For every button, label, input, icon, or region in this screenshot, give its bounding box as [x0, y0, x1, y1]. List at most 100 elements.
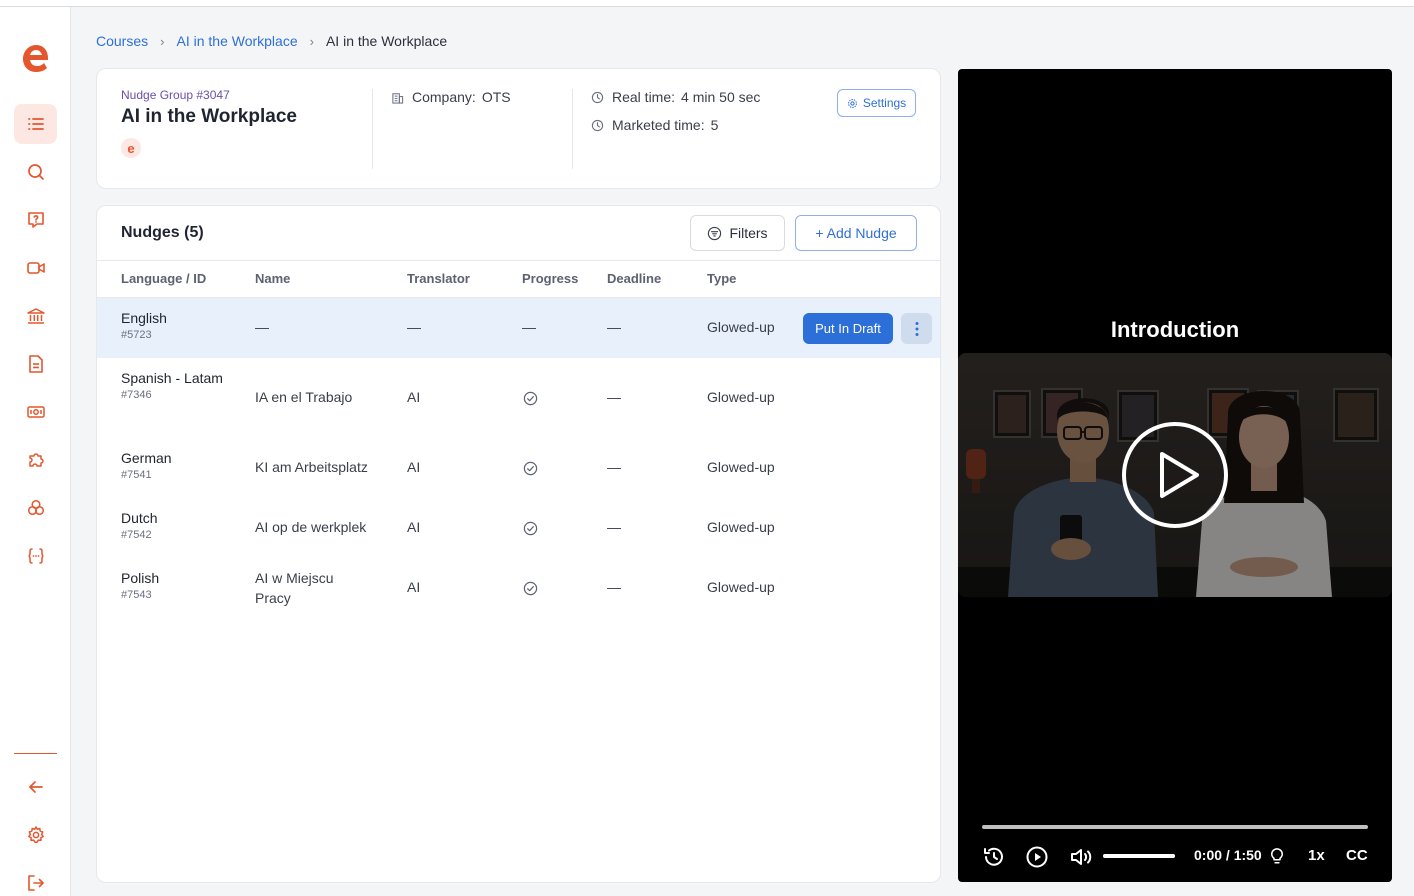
- table-row[interactable]: English #5723 — — — — Glowed-up Put In D…: [97, 298, 940, 358]
- column-header-name[interactable]: Name: [255, 271, 290, 286]
- sidebar-item-search[interactable]: [14, 152, 57, 192]
- add-nudge-button[interactable]: + Add Nudge: [795, 215, 917, 251]
- sidebar-settings-button[interactable]: [14, 815, 57, 855]
- real-time-info: Real time: 4 min 50 sec: [591, 89, 760, 105]
- breadcrumb-current: AI in the Workplace: [325, 33, 448, 49]
- sidebar-item-integrations[interactable]: [14, 440, 57, 480]
- language-cell: Polish #7543: [121, 568, 159, 601]
- sidebar-logout-button[interactable]: [14, 863, 57, 896]
- hint-button[interactable]: [1268, 847, 1286, 865]
- gear-icon: [847, 98, 857, 108]
- variable-icon: [27, 548, 44, 564]
- type-cell: Glowed-up: [707, 579, 775, 595]
- search-icon: [27, 164, 44, 180]
- video-player[interactable]: Introduction 0:00 / 1:50 1x CC: [958, 69, 1392, 882]
- video-thumbnail[interactable]: [958, 353, 1392, 597]
- building-icon: [392, 92, 404, 104]
- volume-button[interactable]: [1069, 845, 1093, 869]
- translator-cell: AI: [407, 519, 421, 535]
- nudge-id: #7543: [121, 589, 152, 601]
- sidebar-back-button[interactable]: [14, 767, 57, 807]
- ticket-icon: [26, 406, 45, 418]
- check-circle-icon: [523, 521, 538, 536]
- marketed-time-label: Marketed time:: [612, 117, 705, 133]
- language-cell: German #7541: [121, 448, 172, 481]
- table-row[interactable]: Spanish - Latam #7346 IA en el Trabajo A…: [97, 358, 940, 430]
- nudges-title: Nudges (5): [121, 224, 204, 241]
- video-time: 0:00 / 1:50: [1194, 847, 1262, 863]
- e-logo-icon[interactable]: [20, 41, 52, 77]
- marketed-time-value: 5: [710, 117, 719, 133]
- play-button[interactable]: [1025, 845, 1049, 869]
- progress-cell: [523, 521, 538, 539]
- sidebar-item-videos[interactable]: [14, 248, 57, 288]
- replay-icon: [984, 847, 1003, 866]
- deadline-cell: —: [607, 389, 621, 405]
- sidebar-item-documents[interactable]: [14, 344, 57, 384]
- kebab-menu-icon: [915, 321, 918, 336]
- table-row[interactable]: Polish #7543 AI w Miejscu Pracy AI — Glo…: [97, 558, 940, 618]
- translator-cell: AI: [407, 579, 421, 595]
- sidebar-item-tickets[interactable]: [14, 392, 57, 432]
- document-icon: [28, 355, 43, 373]
- circles-icon: [27, 499, 44, 516]
- column-header-language[interactable]: Language / ID: [121, 271, 206, 286]
- progress-cell: [523, 581, 538, 599]
- sidebar: [0, 7, 71, 896]
- chevron-right-icon: ›: [309, 33, 314, 49]
- replay-button[interactable]: [982, 845, 1006, 869]
- filters-button[interactable]: Filters: [690, 215, 785, 251]
- name-cell: KI am Arbeitsplatz: [255, 459, 368, 475]
- play-icon: [1026, 846, 1048, 868]
- playback-speed-button[interactable]: 1x: [1308, 847, 1325, 864]
- divider: [572, 89, 573, 169]
- company-label: Company:: [412, 89, 476, 105]
- put-in-draft-button[interactable]: Put In Draft: [803, 313, 893, 344]
- clock-icon: [591, 91, 604, 103]
- video-camera-icon: [26, 262, 45, 274]
- name-cell: —: [255, 319, 269, 335]
- breadcrumb-course[interactable]: AI in the Workplace: [176, 33, 297, 49]
- language-cell: Spanish - Latam #7346: [121, 368, 231, 401]
- translator-cell: —: [407, 319, 421, 335]
- translator-cell: AI: [407, 459, 421, 475]
- lightbulb-icon: [1271, 848, 1283, 864]
- language-name: Spanish - Latam: [121, 370, 223, 386]
- column-header-deadline[interactable]: Deadline: [607, 271, 661, 286]
- video-progress-bar[interactable]: [982, 825, 1368, 829]
- sidebar-item-groups[interactable]: [14, 488, 57, 528]
- captions-button[interactable]: CC: [1346, 847, 1368, 864]
- column-header-translator[interactable]: Translator: [407, 271, 470, 286]
- nudge-id: #7542: [121, 529, 152, 541]
- table-row[interactable]: Dutch #7542 AI op de werkplek AI — Glowe…: [97, 498, 940, 558]
- sidebar-item-questions[interactable]: [14, 200, 57, 240]
- table-row[interactable]: German #7541 KI am Arbeitsplatz AI — Glo…: [97, 438, 940, 498]
- question-chat-icon: [27, 212, 44, 228]
- settings-button[interactable]: Settings: [837, 89, 916, 117]
- check-circle-icon: [523, 461, 538, 476]
- language-cell: Dutch #7542: [121, 508, 158, 541]
- gear-icon: [27, 826, 44, 844]
- column-header-type[interactable]: Type: [707, 271, 736, 286]
- real-time-label: Real time:: [612, 89, 676, 105]
- nudge-id: #7346: [121, 389, 152, 401]
- sidebar-item-list[interactable]: [14, 104, 57, 144]
- deadline-cell: —: [607, 459, 621, 475]
- nudge-id: #5723: [121, 329, 152, 341]
- play-circle-icon[interactable]: [1120, 420, 1230, 530]
- progress-cell: [523, 461, 538, 479]
- progress-cell: —: [522, 319, 536, 335]
- volume-icon: [1071, 849, 1092, 865]
- breadcrumb-courses[interactable]: Courses: [96, 33, 148, 49]
- more-options-button[interactable]: [901, 313, 932, 344]
- clock-icon: [591, 119, 604, 131]
- deadline-cell: —: [607, 519, 621, 535]
- column-header-progress[interactable]: Progress: [522, 271, 578, 286]
- language-name: Polish: [121, 570, 160, 586]
- video-title: Introduction: [1110, 317, 1240, 342]
- sidebar-divider: [14, 753, 57, 754]
- sidebar-item-institutions[interactable]: [14, 296, 57, 336]
- back-arrow-icon: [28, 781, 43, 793]
- volume-slider[interactable]: [1103, 854, 1175, 858]
- sidebar-item-variables[interactable]: [14, 536, 57, 576]
